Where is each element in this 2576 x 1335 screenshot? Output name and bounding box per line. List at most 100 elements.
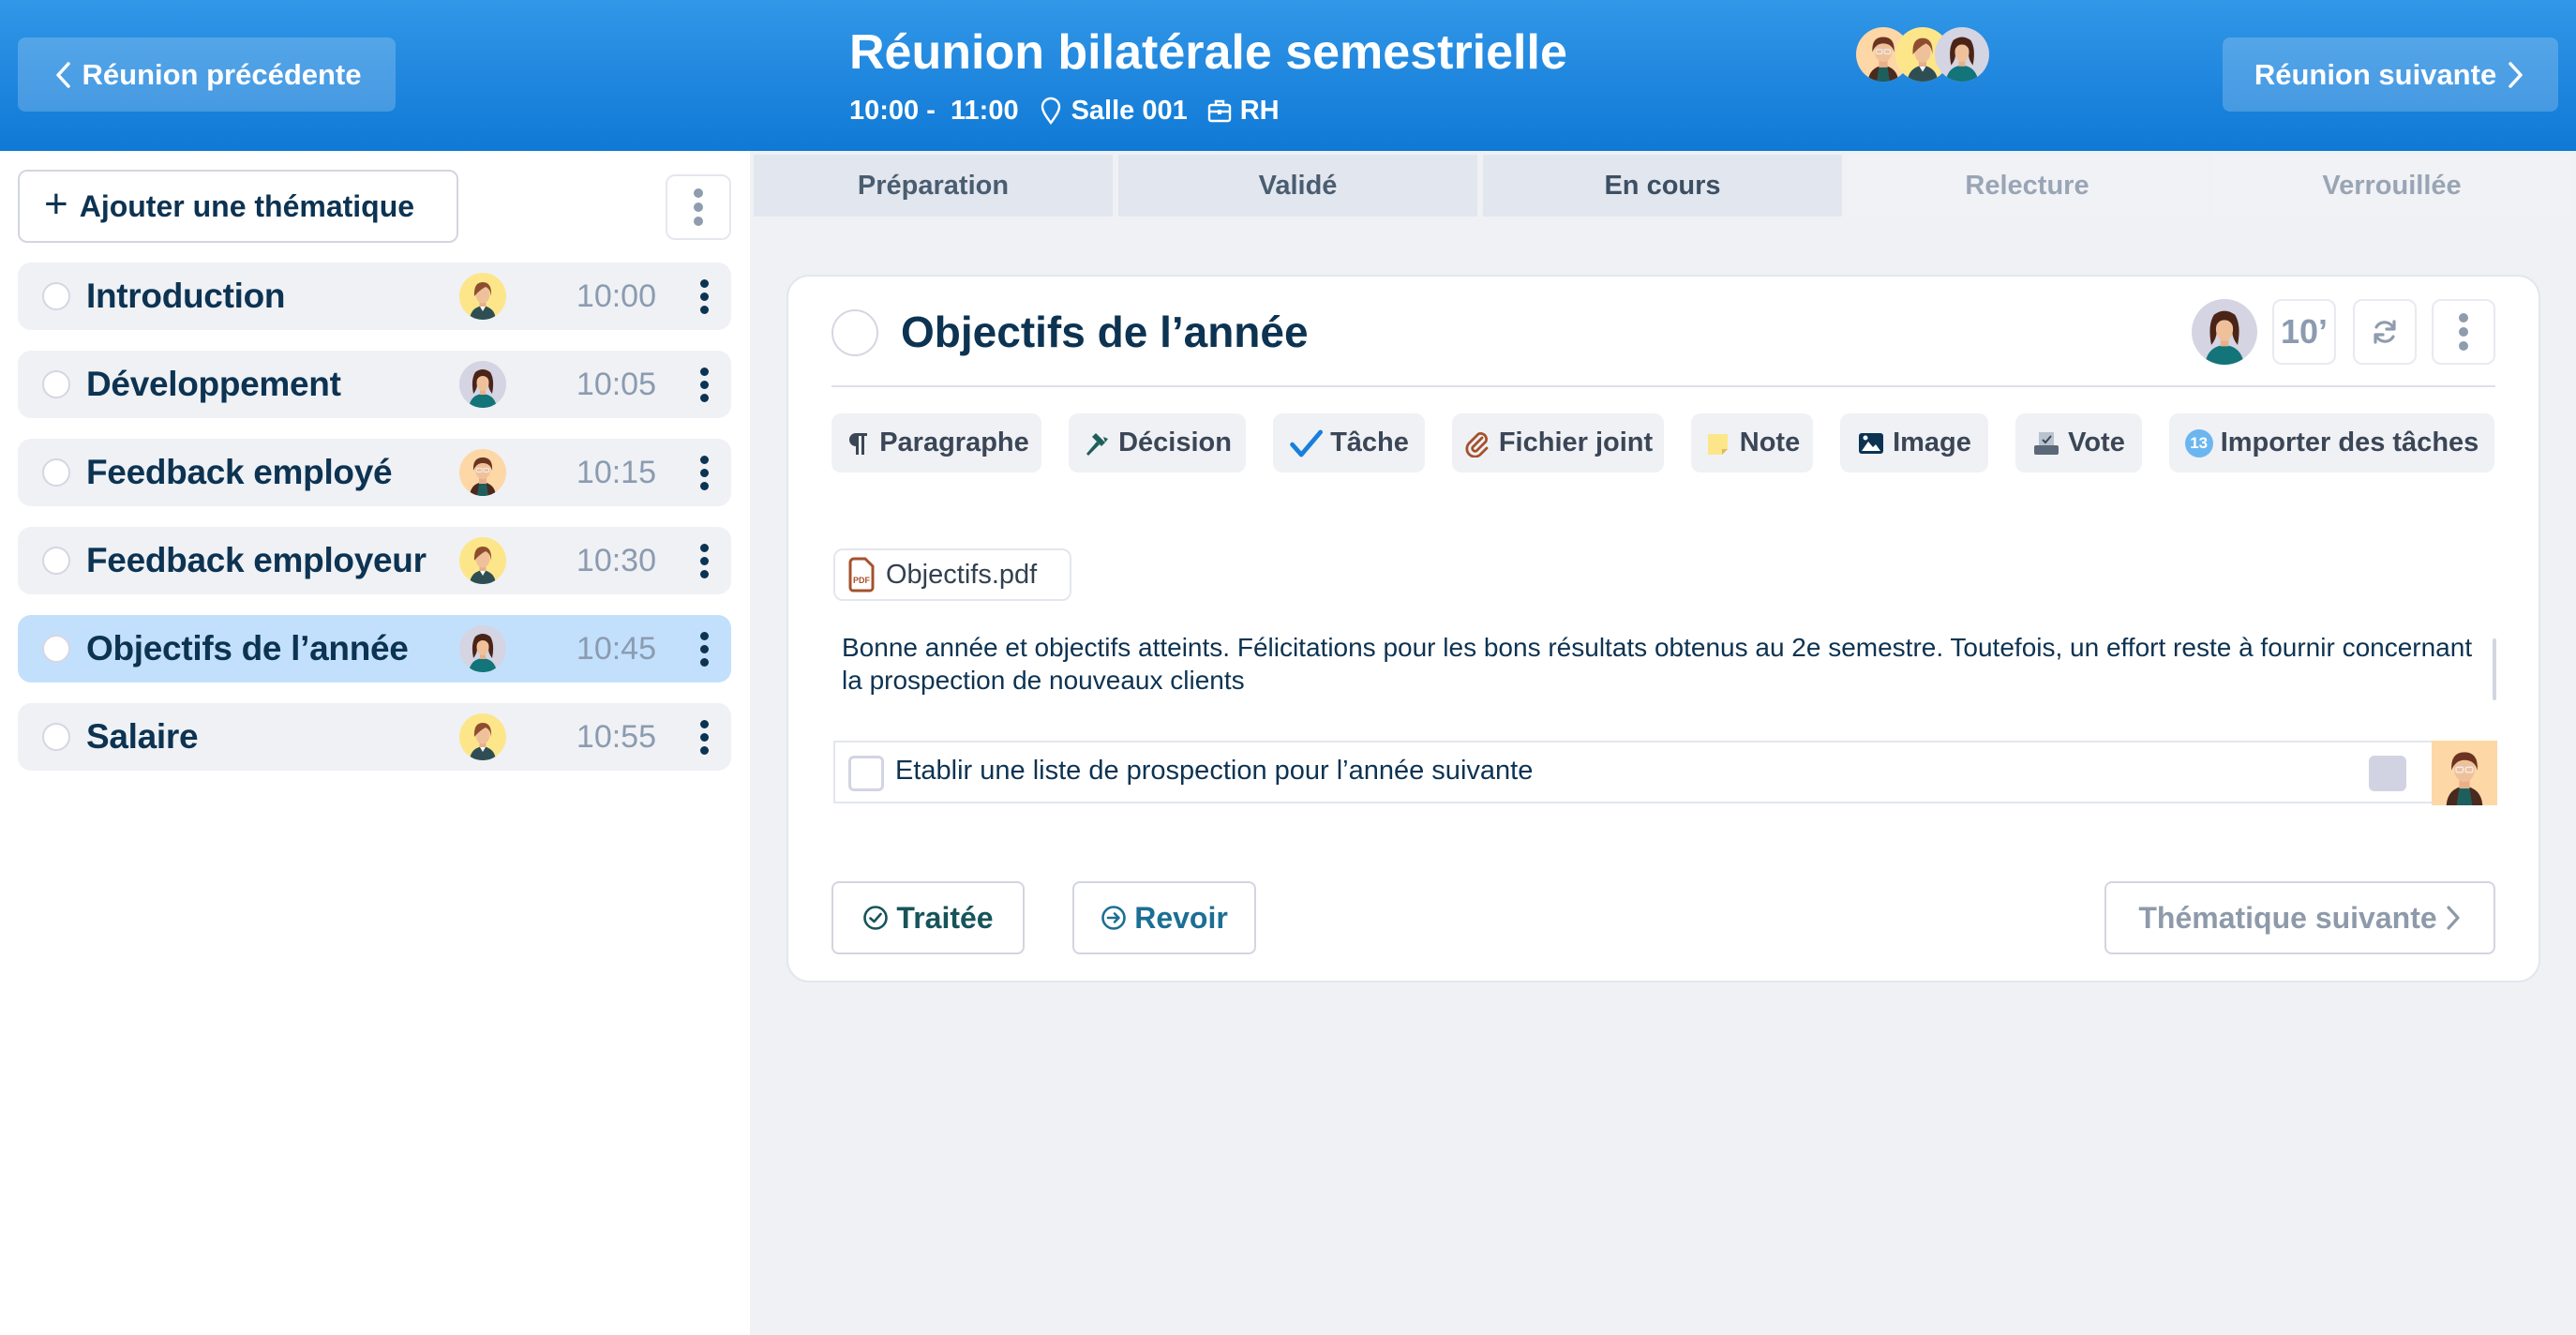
meeting-location: Salle 001 bbox=[1071, 95, 1188, 126]
mark-done-button[interactable]: Traitée bbox=[831, 881, 1025, 954]
add-note-button[interactable]: Note bbox=[1691, 413, 1813, 472]
tool-label: Note bbox=[1739, 428, 1801, 458]
paragraph-block[interactable]: Bonne année et objectifs atteints. Félic… bbox=[842, 631, 2473, 697]
task-due-date-button[interactable] bbox=[2369, 756, 2406, 791]
topic-time: 10:00 bbox=[576, 278, 656, 314]
import-tasks-button[interactable]: 13 Importer des tâches bbox=[2169, 413, 2494, 472]
refresh-button[interactable] bbox=[2353, 299, 2417, 365]
topic-card: Objectifs de l’année 10’ Paragraphe Déci… bbox=[786, 275, 2540, 982]
topic-owner-avatar bbox=[459, 273, 506, 320]
add-topic-button[interactable]: + Ajouter une thématique bbox=[18, 170, 458, 243]
topic-time: 10:15 bbox=[576, 454, 656, 490]
tab-verrouillee[interactable]: Verrouillée bbox=[2212, 155, 2571, 217]
topic-status-radio[interactable] bbox=[42, 547, 70, 575]
meeting-department: RH bbox=[1239, 95, 1280, 126]
tab-valide[interactable]: Validé bbox=[1118, 155, 1477, 217]
participants-avatars[interactable] bbox=[1856, 27, 1989, 82]
topic-more-button[interactable] bbox=[2432, 299, 2495, 365]
attachment-filename: Objectifs.pdf bbox=[886, 559, 1038, 590]
task-item: Etablir une liste de prospection pour l’… bbox=[833, 741, 2497, 805]
duration-button[interactable]: 10’ bbox=[2272, 299, 2336, 365]
add-paragraph-button[interactable]: Paragraphe bbox=[831, 413, 1041, 472]
topic-label: Feedback employeur bbox=[86, 541, 427, 579]
tool-label: Image bbox=[1893, 428, 1971, 458]
tab-relecture[interactable]: Relecture bbox=[1848, 155, 2207, 217]
ballot-box-icon bbox=[2034, 431, 2059, 455]
svg-text:PDF: PDF bbox=[853, 576, 871, 585]
refresh-icon bbox=[2374, 320, 2396, 344]
add-attachment-button[interactable]: Fichier joint bbox=[1452, 413, 1664, 472]
tool-label: Tâche bbox=[1330, 428, 1409, 458]
topic-more-button[interactable] bbox=[693, 537, 715, 584]
add-image-button[interactable]: Image bbox=[1840, 413, 1988, 472]
topic-owner-avatar bbox=[459, 449, 506, 496]
topic-done-radio[interactable] bbox=[831, 309, 878, 356]
import-count-badge: 13 bbox=[2184, 428, 2213, 458]
topic-item[interactable]: Feedback employeur 10:30 bbox=[18, 527, 731, 594]
chevron-left-icon bbox=[55, 61, 70, 88]
topic-more-button[interactable] bbox=[693, 713, 715, 760]
topic-owner-avatar[interactable] bbox=[2192, 299, 2257, 365]
more-vertical-icon bbox=[699, 719, 709, 755]
topic-time: 10:05 bbox=[576, 366, 656, 402]
topic-more-button[interactable] bbox=[693, 625, 715, 672]
topic-status-radio[interactable] bbox=[42, 635, 70, 663]
divider bbox=[831, 385, 2495, 387]
previous-meeting-button[interactable]: Réunion précédente bbox=[18, 38, 396, 112]
task-checkbox[interactable] bbox=[848, 756, 884, 791]
pdf-file-icon: PDF bbox=[848, 557, 875, 592]
chevron-right-icon bbox=[2509, 61, 2523, 88]
more-vertical-icon bbox=[699, 631, 709, 667]
add-vote-button[interactable]: Vote bbox=[2015, 413, 2142, 472]
topic-owner-avatar bbox=[459, 537, 506, 584]
task-label[interactable]: Etablir une liste de prospection pour l’… bbox=[895, 756, 1533, 787]
tab-en-cours[interactable]: En cours bbox=[1483, 155, 1842, 217]
tool-label: Paragraphe bbox=[879, 428, 1029, 458]
task-assignee-avatar[interactable] bbox=[2432, 741, 2497, 805]
image-icon bbox=[1859, 432, 1884, 454]
add-decision-button[interactable]: Décision bbox=[1069, 413, 1246, 472]
topic-item[interactable]: Salaire 10:55 bbox=[18, 703, 731, 771]
check-circle-icon bbox=[863, 906, 889, 930]
topic-status-radio[interactable] bbox=[42, 370, 70, 398]
topic-item[interactable]: Feedback employé 10:15 bbox=[18, 439, 731, 506]
sidebar-more-button[interactable] bbox=[666, 174, 731, 240]
topic-status-radio[interactable] bbox=[42, 723, 70, 751]
meeting-header: Réunion précédente Réunion bilatérale se… bbox=[0, 0, 2576, 151]
participant-avatar[interactable] bbox=[1935, 27, 1989, 82]
tool-label: Fichier joint bbox=[1498, 428, 1654, 458]
previous-meeting-label: Réunion précédente bbox=[82, 57, 362, 91]
tool-label: Décision bbox=[1118, 428, 1232, 458]
more-vertical-icon bbox=[699, 278, 709, 314]
topic-label: Objectifs de l’année bbox=[86, 629, 409, 668]
more-vertical-icon bbox=[694, 188, 703, 226]
review-button[interactable]: Revoir bbox=[1072, 881, 1256, 954]
tool-label: Vote bbox=[2068, 428, 2125, 458]
topic-title: Objectifs de l’année bbox=[901, 308, 1309, 356]
attachment-chip[interactable]: PDF Objectifs.pdf bbox=[833, 548, 1071, 601]
topic-status-radio[interactable] bbox=[42, 282, 70, 310]
paragraph-scrollbar[interactable] bbox=[2493, 638, 2496, 700]
paperclip-icon bbox=[1465, 431, 1489, 458]
topic-owner-avatar bbox=[459, 361, 506, 408]
more-vertical-icon bbox=[699, 367, 709, 402]
tab-preparation[interactable]: Préparation bbox=[754, 155, 1113, 217]
topic-label: Introduction bbox=[86, 277, 286, 315]
topic-item[interactable]: Introduction 10:00 bbox=[18, 262, 731, 330]
more-vertical-icon bbox=[699, 543, 709, 578]
topic-time: 10:55 bbox=[576, 718, 656, 755]
topic-item-active[interactable]: Objectifs de l’année 10:45 bbox=[18, 615, 731, 682]
arrow-right-circle-icon bbox=[1101, 906, 1127, 930]
tool-label: Importer des tâches bbox=[2220, 428, 2479, 458]
content-toolbar: Paragraphe Décision Tâche Fichier joint … bbox=[831, 413, 2494, 472]
topic-item[interactable]: Développement 10:05 bbox=[18, 351, 731, 418]
topic-status-radio[interactable] bbox=[42, 458, 70, 487]
main-panel: Préparation Validé En cours Relecture Ve… bbox=[750, 151, 2576, 1335]
topic-more-button[interactable] bbox=[693, 361, 715, 408]
topic-time: 10:45 bbox=[576, 630, 656, 667]
next-topic-button[interactable]: Thématique suivante bbox=[2104, 881, 2495, 954]
add-task-button[interactable]: Tâche bbox=[1273, 413, 1425, 472]
topic-more-button[interactable] bbox=[693, 449, 715, 496]
topic-more-button[interactable] bbox=[693, 273, 715, 320]
next-meeting-button[interactable]: Réunion suivante bbox=[2223, 38, 2558, 112]
